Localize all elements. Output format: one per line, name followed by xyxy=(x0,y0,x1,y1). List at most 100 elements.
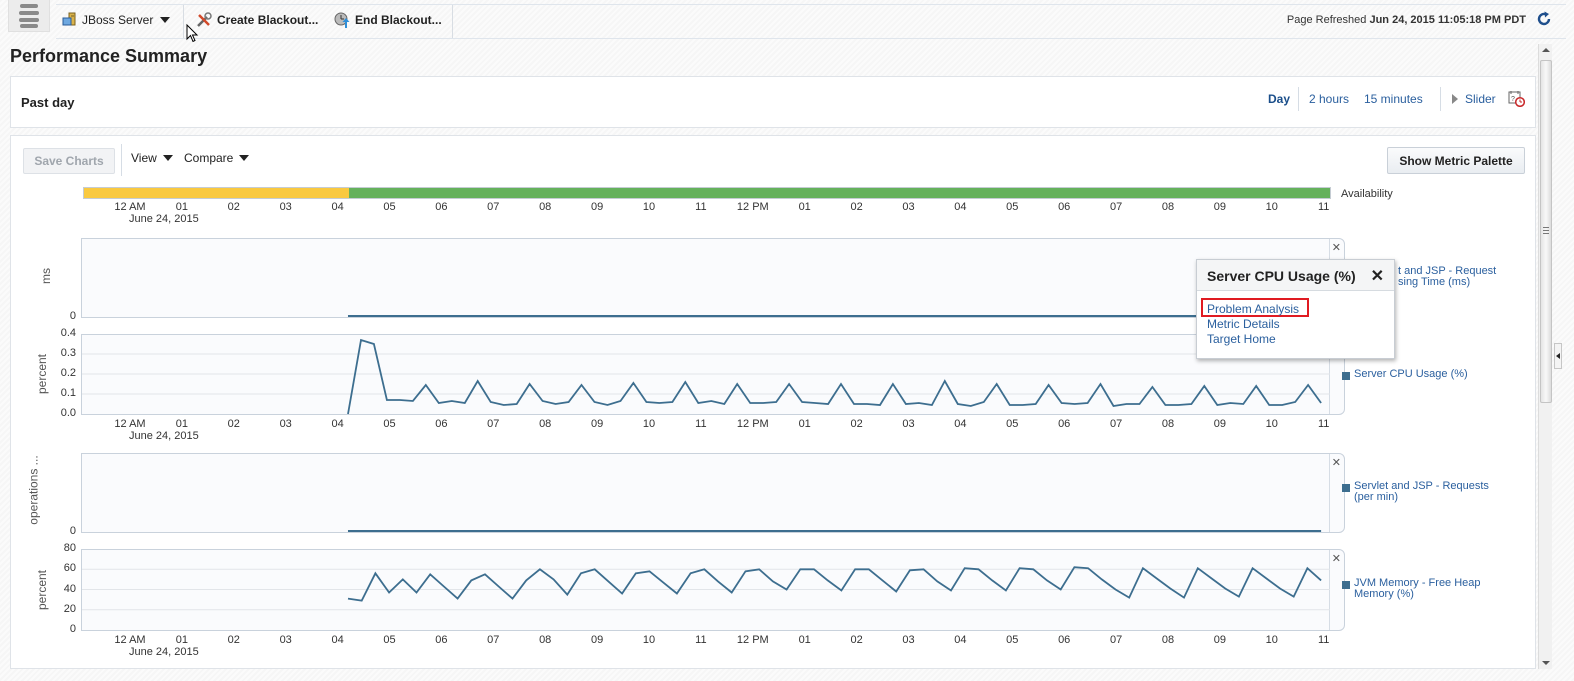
chart-legend-item[interactable]: t and JSP - Request sing Time (ms) xyxy=(1398,266,1496,288)
mouse-cursor-icon xyxy=(186,24,199,43)
chart-legend-item[interactable]: Servlet and JSP - Requests (per min) xyxy=(1342,481,1494,503)
range-option-day[interactable]: Day xyxy=(1268,92,1290,106)
x-tick-label: 10 xyxy=(1265,634,1278,646)
x-tick-label: 12 AM xyxy=(114,418,146,430)
x-tick-label: 07 xyxy=(1109,634,1123,646)
x-tick-label: 08 xyxy=(539,634,552,646)
close-chart-icon[interactable]: ✕ xyxy=(1332,241,1341,254)
page-title: Performance Summary xyxy=(10,46,208,66)
x-tick-label: 04 xyxy=(954,418,967,430)
target-menu-button[interactable]: JBoss Server xyxy=(62,12,171,27)
x-tick-label: 02 xyxy=(850,418,863,430)
x-tick-label: 07 xyxy=(487,201,500,213)
x-tick-label: 05 xyxy=(383,634,396,646)
collapse-panel-tab[interactable] xyxy=(1554,343,1562,369)
chart-legend-item[interactable]: Server CPU Usage (%) xyxy=(1342,369,1494,380)
popup-header: Server CPU Usage (%) ✕ xyxy=(1197,260,1394,291)
slider-toggle[interactable]: Slider xyxy=(1465,92,1496,106)
vertical-scrollbar[interactable] xyxy=(1538,44,1552,669)
popup-link-metric-details[interactable]: Metric Details xyxy=(1207,317,1280,331)
view-menu-button[interactable]: View xyxy=(131,151,173,165)
x-tick-label: 11 xyxy=(1317,201,1330,213)
x-tick-label: 04 xyxy=(331,201,344,213)
chart-frame[interactable]: ✕ xyxy=(81,238,1345,318)
x-tick-label: 10 xyxy=(1265,201,1278,213)
x-tick-label: 12 PM xyxy=(736,418,769,430)
refresh-button[interactable] xyxy=(1536,11,1552,30)
close-icon[interactable]: ✕ xyxy=(1371,266,1384,286)
x-tick-label: 10 xyxy=(1265,418,1278,430)
show-metric-palette-button[interactable]: Show Metric Palette xyxy=(1387,147,1525,174)
chart-legend-item[interactable]: JVM Memory - Free Heap Memory (%) xyxy=(1342,578,1494,600)
chevron-down-icon xyxy=(162,155,173,161)
x-tick-label: 12 PM xyxy=(736,634,769,646)
y-axis-label: operations ... xyxy=(26,455,41,525)
x-tick-label: 11 xyxy=(1317,418,1330,430)
scroll-up-arrow-icon[interactable] xyxy=(1542,48,1550,52)
create-blackout-button[interactable]: Create Blackout... xyxy=(196,12,318,28)
x-tick-label: 06 xyxy=(1058,634,1071,646)
x-tick-label: 11 xyxy=(1317,634,1330,646)
x-tick-label: 04 xyxy=(954,634,967,646)
y-axis-label: ms xyxy=(39,268,54,284)
x-tick-label: 07 xyxy=(1109,201,1123,213)
x-tick-label: 03 xyxy=(279,634,292,646)
x-axis-date-label: June 24, 2015 xyxy=(129,646,199,658)
popup-link-target-home[interactable]: Target Home xyxy=(1207,332,1276,346)
x-tick-label: 08 xyxy=(1161,201,1175,213)
x-tick-label: 09 xyxy=(590,201,604,213)
availability-label: Availability xyxy=(1341,188,1393,200)
clock-arrow-icon xyxy=(334,12,350,28)
legend-swatch xyxy=(1342,372,1350,380)
x-tick-label: 11 xyxy=(695,634,707,646)
scroll-down-arrow-icon[interactable] xyxy=(1542,661,1550,665)
x-tick-label: 08 xyxy=(539,201,552,213)
chart-frame[interactable]: ✕ xyxy=(81,453,1345,533)
x-tick-label: 04 xyxy=(331,418,344,430)
y-tick-label: 0.3 xyxy=(60,347,76,359)
availability-segment-up xyxy=(348,188,1330,198)
page-refreshed-value: Jun 24, 2015 11:05:18 PM PDT xyxy=(1369,14,1526,26)
page-refreshed-label: Page Refreshed xyxy=(1286,14,1367,26)
x-tick-label: 05 xyxy=(383,418,396,430)
x-tick-label: 01 xyxy=(798,201,811,213)
top-toolbar: JBoss Server Create Blackout... End Blac… xyxy=(0,0,1574,39)
navigation-menu-button[interactable] xyxy=(8,0,50,32)
x-tick-label: 10 xyxy=(642,634,656,646)
svg-text:?: ? xyxy=(1511,96,1515,103)
chart-frame[interactable]: ✕ xyxy=(81,549,1345,631)
y-tick-label: 20 xyxy=(63,602,76,615)
refresh-icon xyxy=(1537,11,1551,26)
calendar-clock-button[interactable]: ? xyxy=(1508,90,1526,110)
y-tick-label: 0.1 xyxy=(60,387,76,399)
x-tick-label: 04 xyxy=(331,634,344,646)
popup-link-problem-analysis[interactable]: Problem Analysis xyxy=(1207,302,1299,316)
x-tick-label: 09 xyxy=(1213,418,1227,430)
hamburger-icon xyxy=(19,3,39,28)
legend-swatch xyxy=(1342,581,1350,589)
x-tick-label: 08 xyxy=(539,418,552,430)
close-chart-icon[interactable]: ✕ xyxy=(1332,552,1341,565)
popup-title: Server CPU Usage (%) xyxy=(1207,268,1356,284)
save-charts-button[interactable]: Save Charts xyxy=(23,148,115,174)
x-axis-date-label: June 24, 2015 xyxy=(129,213,199,225)
x-tick-label: 12 PM xyxy=(736,201,769,213)
target-menu-label: JBoss Server xyxy=(82,12,154,27)
x-tick-label: 01 xyxy=(175,201,189,213)
chevron-down-icon xyxy=(160,16,171,23)
x-tick-label: 02 xyxy=(227,634,240,646)
range-option-15-minutes[interactable]: 15 minutes xyxy=(1364,92,1423,106)
slider-expand-icon[interactable] xyxy=(1452,94,1458,104)
scroll-thumb[interactable] xyxy=(1540,60,1552,403)
x-tick-label: 07 xyxy=(487,634,500,646)
server-icon xyxy=(62,12,76,26)
compare-menu-button[interactable]: Compare xyxy=(184,151,250,165)
y-tick-label: 40 xyxy=(63,582,76,595)
close-chart-icon[interactable]: ✕ xyxy=(1332,456,1341,469)
chart-frame[interactable]: ✕ xyxy=(81,334,1345,415)
legend-label: Server CPU Usage (%) xyxy=(1354,368,1468,380)
legend-label: JVM Memory - Free Heap Memory (%) xyxy=(1354,577,1481,600)
end-blackout-button[interactable]: End Blackout... xyxy=(334,12,442,28)
x-tick-label: 02 xyxy=(850,634,863,646)
range-option-2-hours[interactable]: 2 hours xyxy=(1309,92,1349,106)
